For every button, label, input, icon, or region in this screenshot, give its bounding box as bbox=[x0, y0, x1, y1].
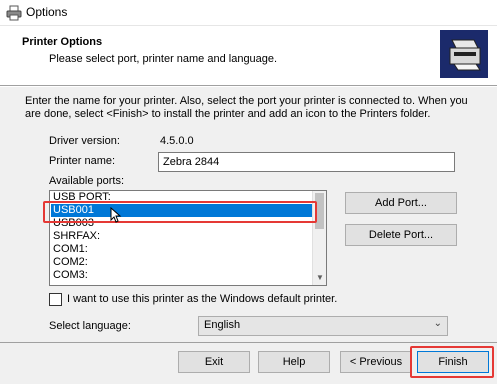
header-subtitle: Please select port, printer name and lan… bbox=[49, 53, 278, 65]
exit-button[interactable]: Exit bbox=[178, 351, 250, 373]
header-title: Printer Options bbox=[22, 36, 103, 48]
printer-name-label: Printer name: bbox=[49, 155, 116, 167]
highlight-box-finish bbox=[410, 346, 494, 378]
add-port-button[interactable]: Add Port... bbox=[345, 192, 457, 214]
port-item[interactable]: SHRFAX: bbox=[53, 230, 100, 243]
port-item[interactable]: COM1: bbox=[53, 243, 88, 256]
intro-text: Enter the name for your printer. Also, s… bbox=[25, 95, 468, 120]
available-ports-label: Available ports: bbox=[49, 175, 125, 187]
driver-version-label: Driver version: bbox=[49, 135, 120, 147]
printer-name-input[interactable] bbox=[158, 152, 455, 172]
wizard-header: Printer Options Please select port, prin… bbox=[0, 26, 497, 86]
default-printer-label: I want to use this printer as the Window… bbox=[67, 293, 338, 305]
title-bar: Options bbox=[0, 0, 497, 26]
port-item[interactable]: COM2: bbox=[53, 256, 88, 269]
window-title: Options bbox=[26, 5, 68, 19]
driver-version-value: 4.5.0.0 bbox=[160, 135, 194, 147]
chevron-down-icon: ⌄ bbox=[433, 318, 442, 329]
help-button[interactable]: Help bbox=[258, 351, 330, 373]
printer-header-graphic bbox=[440, 30, 488, 78]
previous-button[interactable]: < Previous bbox=[340, 351, 412, 373]
highlight-box-port bbox=[43, 201, 317, 223]
wizard-footer: Exit Help < Previous Finish bbox=[0, 342, 497, 384]
port-item[interactable]: COM3: bbox=[53, 269, 88, 282]
mouse-cursor-icon bbox=[110, 207, 122, 223]
language-value: English bbox=[204, 319, 241, 331]
scroll-down-arrow[interactable]: ▼ bbox=[316, 274, 324, 282]
printer-app-icon bbox=[6, 5, 22, 21]
wizard-body: Enter the name for your printer. Also, s… bbox=[0, 87, 497, 342]
language-select[interactable]: English ⌄ bbox=[198, 316, 448, 336]
default-printer-checkbox[interactable] bbox=[49, 293, 62, 306]
delete-port-button[interactable]: Delete Port... bbox=[345, 224, 457, 246]
select-language-label: Select language: bbox=[49, 320, 131, 332]
